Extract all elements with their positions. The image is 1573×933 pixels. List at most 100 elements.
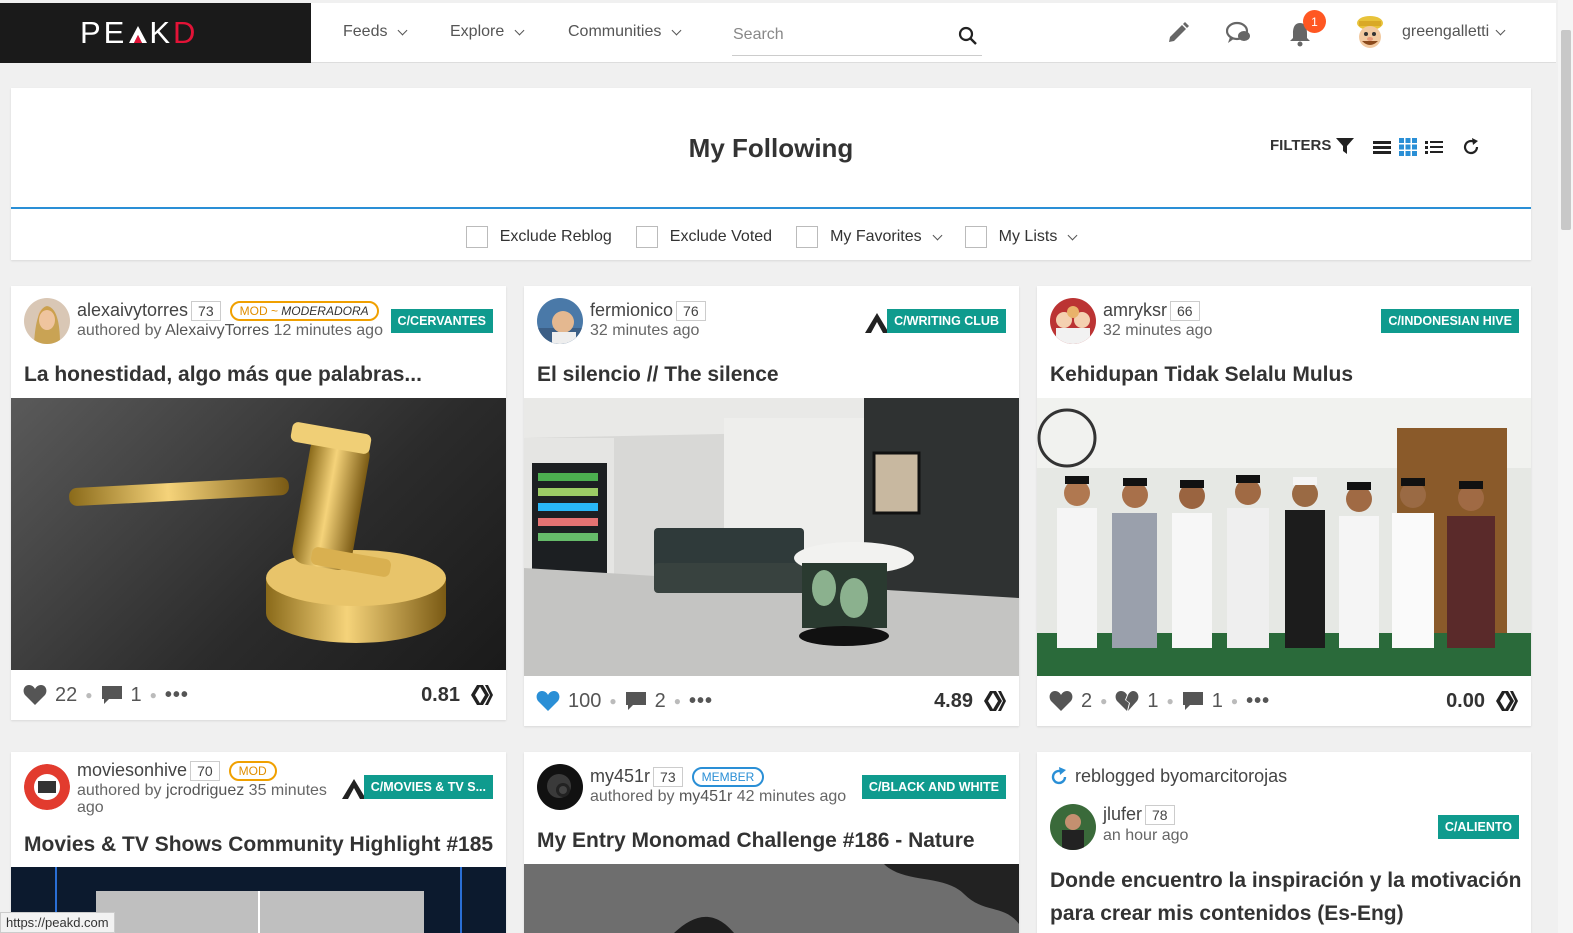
post-card[interactable]: alexaivytorres 73 MOD ~ MODERADORA autho… (11, 286, 506, 720)
post-thumbnail[interactable] (1037, 398, 1531, 676)
peakd-logo[interactable]: PE KD (0, 3, 311, 63)
vote-count[interactable]: 22 (55, 684, 77, 707)
compact-list-icon[interactable] (1425, 139, 1443, 155)
user-avatar[interactable] (1350, 13, 1390, 53)
scrollbar-thumb[interactable] (1561, 30, 1571, 230)
chevron-down-icon (398, 25, 408, 35)
nav-feeds[interactable]: Feeds (343, 23, 408, 41)
community-tag[interactable]: C/CERVANTES (390, 309, 493, 333)
nav-explore[interactable]: Explore (450, 23, 525, 41)
view-mode-toggles (1373, 138, 1443, 156)
hive-icon (984, 691, 1006, 711)
pencil-icon[interactable] (1166, 21, 1190, 45)
original-author[interactable]: my451r (679, 788, 732, 805)
payout[interactable]: 0.81 (421, 684, 494, 707)
post-thumbnail[interactable] (11, 398, 506, 670)
post-title[interactable]: Movies & TV Shows Community Highlight #1… (24, 828, 493, 861)
avatar[interactable] (537, 298, 583, 344)
payout[interactable]: 4.89 (934, 690, 1007, 713)
filter-checks: Exclude Reblog Exclude Voted My Favorite… (11, 226, 1531, 248)
broken-heart-icon[interactable] (1115, 690, 1139, 712)
original-author[interactable]: jcrodriguez (166, 782, 244, 799)
reblogged-by-user[interactable]: omarcitorojas (1179, 766, 1287, 787)
author-line: alexaivytorres 73 MOD ~ MODERADORA (77, 300, 379, 321)
more-options-icon[interactable]: ••• (689, 690, 713, 713)
user-menu[interactable]: greengalletti (1402, 23, 1506, 41)
avatar[interactable] (24, 298, 70, 344)
post-card[interactable]: amryksr 66 32 minutes ago C/INDONESIAN H… (1037, 286, 1531, 726)
nav-communities[interactable]: Communities (568, 23, 682, 41)
community-tag[interactable]: C/ALIENTO (1437, 815, 1519, 839)
community-tag[interactable]: C/WRITING CLUB (887, 309, 1006, 333)
writing-club-logo-icon (865, 313, 889, 333)
original-author[interactable]: AlexaivyTorres (165, 322, 269, 339)
lounge-image (524, 398, 1019, 676)
comment-count[interactable]: 1 (1212, 690, 1223, 713)
more-options-icon[interactable]: ••• (1246, 690, 1270, 713)
post-title[interactable]: Kehidupan Tidak Selalu Mulus (1050, 358, 1353, 391)
author-name[interactable]: alexaivytorres (77, 300, 188, 321)
post-thumbnail[interactable] (524, 398, 1019, 676)
post-title[interactable]: El silencio // The silence (537, 358, 779, 391)
grid-view-icon[interactable] (1399, 138, 1417, 156)
author-name[interactable]: moviesonhive (77, 760, 187, 781)
gavel-image (69, 422, 446, 643)
chevron-down-icon (1495, 25, 1506, 35)
post-title[interactable]: La honestidad, algo más que palabras... (24, 358, 422, 391)
exclude-reblog-check[interactable]: Exclude Reblog (465, 226, 612, 248)
checkbox[interactable] (796, 226, 819, 248)
chevron-down-icon[interactable] (1067, 230, 1078, 240)
comment-count[interactable]: 2 (655, 690, 666, 713)
post-card[interactable]: my451r 73 MEMBER authored by my451r 42 m… (524, 752, 1019, 933)
chevron-down-icon (514, 25, 525, 35)
list-view-icon[interactable] (1373, 139, 1391, 155)
more-options-icon[interactable]: ••• (165, 684, 189, 707)
community-tag[interactable]: C/BLACK AND WHITE (861, 775, 1006, 799)
post-thumbnail[interactable] (524, 864, 1019, 933)
post-card[interactable]: fermionico 76 32 minutes ago C/WRITING C… (524, 286, 1019, 726)
exclude-voted-check[interactable]: Exclude Voted (635, 226, 772, 248)
author-line: jlufer 78 (1103, 804, 1175, 825)
avatar[interactable] (24, 764, 70, 810)
payout[interactable]: 0.00 (1446, 690, 1519, 713)
post-card[interactable]: reblogged by omarcitorojas jlufer 78 an … (1037, 752, 1531, 933)
post-card[interactable]: moviesonhive 70 MOD authored by jcrodrig… (11, 752, 506, 933)
my-lists-check[interactable]: My Lists (964, 226, 1078, 248)
comment-icon[interactable] (625, 691, 647, 711)
search-input[interactable] (732, 18, 942, 52)
search-icon[interactable] (958, 26, 978, 46)
post-title[interactable]: My Entry Monomad Challenge #186 - Nature (537, 824, 975, 857)
checkbox[interactable] (465, 226, 488, 248)
reputation-badge: 73 (191, 300, 221, 321)
scrollbar[interactable] (1558, 0, 1573, 933)
author-name[interactable]: amryksr (1103, 300, 1167, 321)
heart-icon[interactable] (536, 690, 560, 712)
comment-count[interactable]: 1 (131, 684, 142, 707)
comment-icon[interactable] (1182, 691, 1204, 711)
comment-icon[interactable] (101, 685, 123, 705)
post-footer: 2 ● 1 ● 1 ● ••• 0.00 (1037, 676, 1531, 726)
author-name[interactable]: jlufer (1103, 804, 1142, 825)
chat-icon[interactable] (1226, 21, 1252, 45)
filters-button[interactable]: FILTERS (1270, 137, 1355, 154)
community-tag[interactable]: C/INDONESIAN HIVE (1381, 309, 1519, 333)
heart-icon[interactable] (23, 684, 47, 706)
checkbox[interactable] (635, 226, 658, 248)
vote-count[interactable]: 2 (1081, 690, 1092, 713)
refresh-icon[interactable] (1462, 138, 1480, 156)
avatar[interactable] (1050, 298, 1096, 344)
my-favorites-check[interactable]: My Favorites (796, 226, 943, 248)
author-name[interactable]: my451r (590, 766, 650, 787)
post-title[interactable]: Donde encuentro la inspiración y la moti… (1050, 864, 1521, 930)
heart-icon[interactable] (1049, 690, 1073, 712)
post-meta: 32 minutes ago (590, 322, 700, 339)
community-tag[interactable]: C/MOVIES & TV S... (363, 775, 493, 799)
checkbox[interactable] (964, 226, 987, 248)
author-name[interactable]: fermionico (590, 300, 673, 321)
avatar[interactable] (537, 764, 583, 810)
avatar[interactable] (1050, 804, 1096, 850)
downvote-count[interactable]: 1 (1147, 690, 1158, 713)
chevron-down-icon[interactable] (932, 230, 943, 240)
vote-count[interactable]: 100 (568, 690, 601, 713)
role-badge: MEMBER (691, 766, 765, 787)
